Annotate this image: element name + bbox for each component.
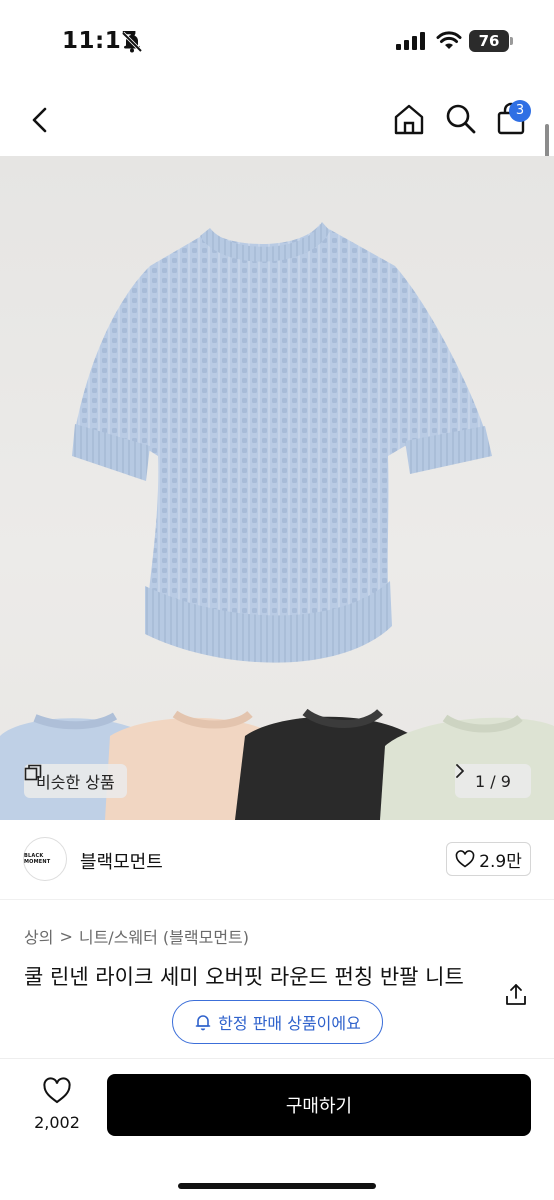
similar-products-icon <box>24 764 42 781</box>
cellular-signal-icon <box>396 32 426 54</box>
image-page-indicator[interactable]: 1 / 9 <box>455 764 531 798</box>
top-nav: 3 <box>0 84 554 156</box>
breadcrumb: 상의 > 니트/스웨터 (블랙모먼트) <box>24 924 249 948</box>
product-image-gallery[interactable]: 비슷한 상품 1 / 9 <box>0 156 554 820</box>
cart-count-badge: 3 <box>509 100 531 122</box>
back-icon[interactable] <box>24 104 56 136</box>
wishlist-count: 2,002 <box>34 1113 80 1132</box>
chevron-right-icon <box>456 764 464 778</box>
home-icon[interactable] <box>392 102 426 140</box>
bottom-action-bar: 2,002 구매하기 <box>0 1058 554 1200</box>
buy-button[interactable]: 구매하기 <box>107 1074 531 1136</box>
main-sweater <box>72 222 492 663</box>
bell-icon <box>195 1015 211 1031</box>
brand-like-button[interactable]: 2.9만 <box>446 842 531 876</box>
brand-like-count: 2.9만 <box>479 851 522 872</box>
page-fraction: 1 / 9 <box>475 771 511 791</box>
product-title: 쿨 린넨 라이크 세미 오버핏 라운드 펀칭 반팔 니트 <box>24 965 464 989</box>
product-image <box>0 222 554 820</box>
similar-products-button[interactable]: 비슷한 상품 <box>24 764 127 798</box>
limited-sale-badge[interactable]: 한정 판매 상품이에요 <box>172 1000 383 1044</box>
wishlist-button[interactable]: 2,002 <box>28 1077 86 1132</box>
breadcrumb-subcategory[interactable]: 니트/스웨터 (블랙모먼트) <box>79 924 249 948</box>
battery-tip <box>510 37 513 45</box>
heart-icon <box>43 1077 71 1104</box>
status-bar: 11:17 76 <box>0 0 554 84</box>
share-icon[interactable] <box>503 982 529 1012</box>
search-icon[interactable] <box>444 102 478 140</box>
home-indicator <box>178 1183 376 1189</box>
similar-products-label: 비슷한 상품 <box>36 773 115 792</box>
brand-row[interactable]: BLACK MOMENT 블랙모먼트 2.9만 <box>0 820 554 900</box>
limited-sale-label: 한정 판매 상품이에요 <box>218 1014 361 1033</box>
heart-icon <box>455 850 475 868</box>
bell-muted-icon <box>120 30 144 58</box>
breadcrumb-category[interactable]: 상의 <box>24 924 53 948</box>
breadcrumb-separator: > <box>59 926 73 946</box>
wifi-icon <box>436 30 462 54</box>
brand-logo[interactable]: BLACK MOMENT <box>23 837 67 881</box>
brand-name[interactable]: 블랙모먼트 <box>80 848 163 874</box>
battery-indicator: 76 <box>469 30 509 52</box>
